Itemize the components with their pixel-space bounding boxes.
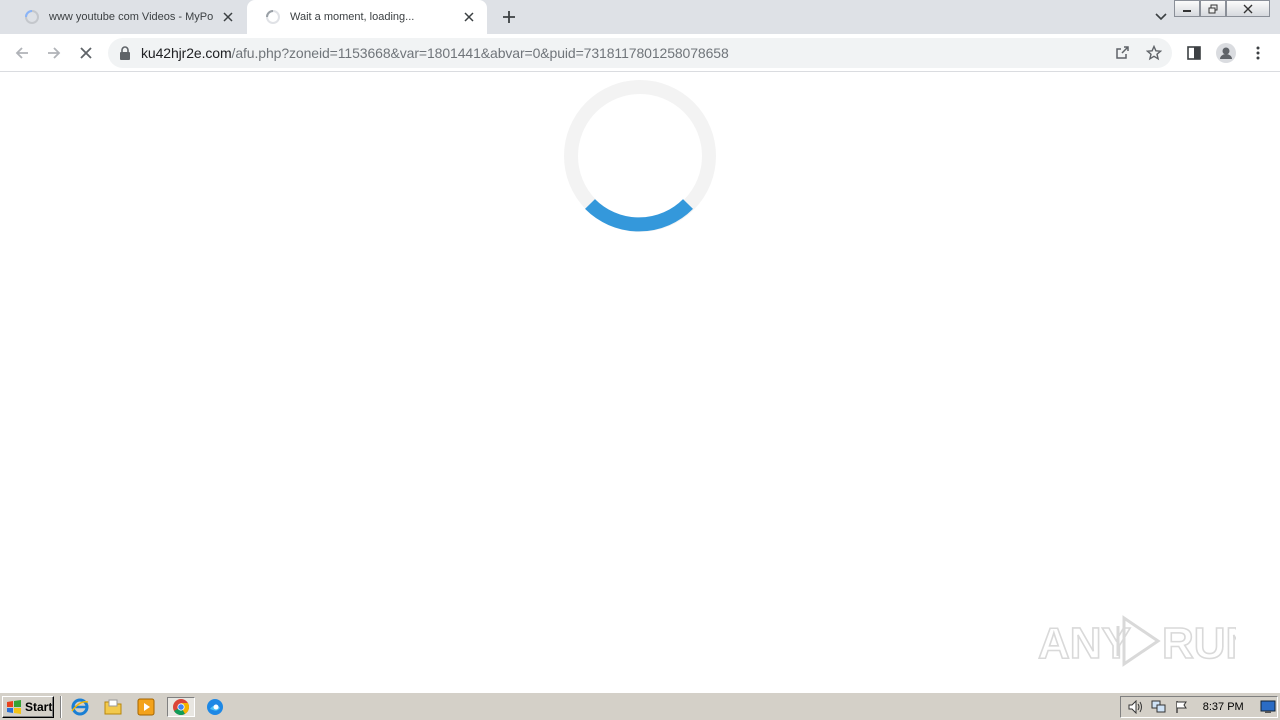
chrome-taskbar-button[interactable]	[167, 697, 195, 717]
menu-button[interactable]	[1244, 39, 1272, 67]
tab-strip: www youtube com Videos - MyPornV Wait a …	[0, 0, 1280, 34]
lock-icon[interactable]	[119, 46, 131, 60]
taskbar: Start 8:37 PM	[0, 692, 1280, 720]
forward-button[interactable]	[40, 39, 68, 67]
bookmark-button[interactable]	[1143, 42, 1165, 64]
close-window-button[interactable]	[1226, 0, 1270, 17]
start-label: Start	[25, 700, 53, 714]
restore-button[interactable]	[1200, 0, 1226, 17]
clock[interactable]: 8:37 PM	[1203, 701, 1244, 713]
taskbar-separator	[60, 696, 62, 718]
anyrun-watermark: ANY RUN	[1037, 615, 1236, 669]
share-icon	[1116, 46, 1129, 59]
watermark-text-right: RUN	[1162, 619, 1236, 668]
tab-search-button[interactable]	[1150, 6, 1172, 28]
stop-loading-button[interactable]	[72, 39, 100, 67]
network-icon	[1151, 700, 1166, 713]
tab-youtube-videos[interactable]: www youtube com Videos - MyPornV	[6, 0, 246, 34]
edge-launcher[interactable]	[204, 697, 226, 717]
plus-icon	[503, 11, 515, 23]
kebab-menu-icon	[1256, 46, 1260, 60]
arrow-left-icon	[15, 47, 28, 59]
url-path: /afu.php?zoneid=1153668&var=1801441&abva…	[231, 45, 729, 61]
restore-icon	[1208, 4, 1218, 13]
windows-logo-icon	[7, 700, 21, 714]
back-button[interactable]	[8, 39, 36, 67]
tab-close-icon[interactable]	[461, 9, 477, 25]
internet-explorer-icon	[71, 698, 89, 716]
media-player-icon	[137, 698, 155, 716]
chevron-down-icon	[1155, 13, 1167, 21]
star-icon	[1146, 45, 1162, 61]
internet-explorer-launcher[interactable]	[69, 697, 91, 717]
profile-icon	[1216, 43, 1236, 63]
tab-wait-loading[interactable]: Wait a moment, loading...	[247, 0, 487, 34]
media-player-launcher[interactable]	[135, 697, 157, 717]
new-tab-button[interactable]	[498, 6, 520, 28]
profile-button[interactable]	[1212, 39, 1240, 67]
edge-icon	[207, 699, 223, 715]
tab-loading-icon	[25, 10, 39, 24]
speaker-icon	[1128, 700, 1142, 714]
tab-title: www youtube com Videos - MyPornV	[49, 11, 214, 23]
window-controls	[1174, 0, 1270, 17]
flag-icon	[1176, 701, 1188, 713]
start-button[interactable]: Start	[2, 696, 54, 718]
volume-button[interactable]	[1127, 699, 1144, 715]
tab-title: Wait a moment, loading...	[290, 11, 415, 23]
close-icon	[1243, 4, 1253, 13]
chrome-icon	[173, 699, 189, 715]
loading-spinner	[564, 80, 716, 232]
tab-close-icon[interactable]	[220, 9, 236, 25]
page-content: ANY RUN	[0, 72, 1280, 692]
tab-loading-icon	[266, 10, 280, 24]
address-bar[interactable]: ku42hjr2e.com/afu.php?zoneid=1153668&var…	[108, 38, 1172, 68]
side-panel-icon	[1187, 46, 1201, 60]
share-button[interactable]	[1111, 42, 1133, 64]
folder-icon	[104, 699, 122, 715]
network-button[interactable]	[1150, 699, 1167, 715]
arrow-right-icon	[48, 47, 61, 59]
url-host: ku42hjr2e.com	[141, 45, 232, 61]
url-text: ku42hjr2e.com/afu.php?zoneid=1153668&var…	[141, 45, 729, 61]
browser-toolbar: ku42hjr2e.com/afu.php?zoneid=1153668&var…	[0, 34, 1280, 72]
file-explorer-launcher[interactable]	[102, 697, 124, 717]
minimize-button[interactable]	[1174, 0, 1200, 17]
show-desktop-button[interactable]	[1260, 699, 1277, 715]
desktop-icon	[1260, 700, 1276, 713]
action-center-button[interactable]	[1174, 699, 1191, 715]
close-icon	[80, 47, 92, 59]
system-tray: 8:37 PM	[1120, 696, 1278, 718]
side-panel-button[interactable]	[1180, 39, 1208, 67]
minimize-icon	[1183, 9, 1191, 12]
